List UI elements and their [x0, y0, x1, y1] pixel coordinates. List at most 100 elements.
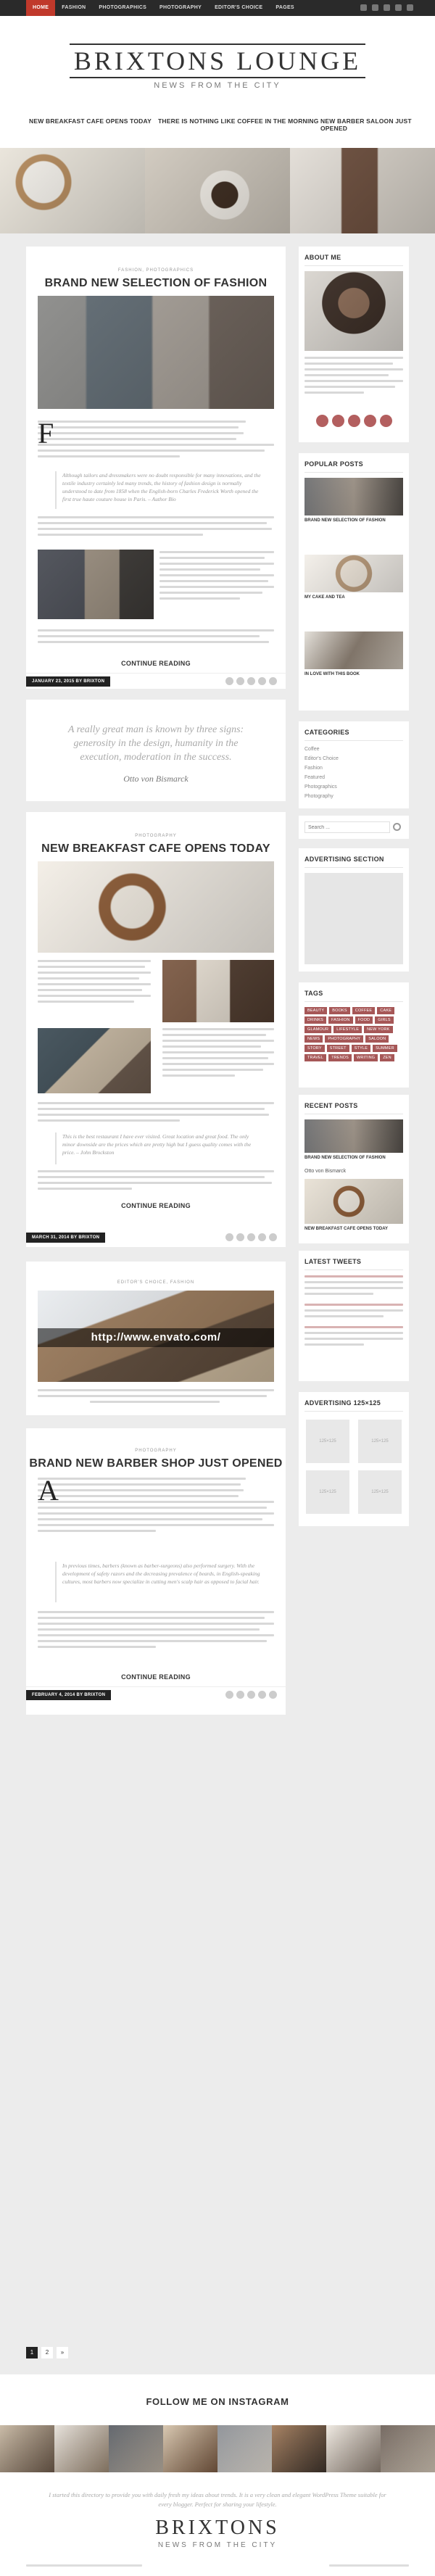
link-url[interactable]: http://www.envato.com/: [38, 1328, 274, 1347]
twitter-icon[interactable]: [372, 4, 378, 11]
ad-slot[interactable]: 125×125: [306, 1420, 349, 1463]
post-inline-image[interactable]: [38, 550, 154, 619]
recent-post[interactable]: Otto von Bismarck: [304, 1166, 403, 1174]
ad-banner[interactable]: [304, 873, 403, 964]
post-title[interactable]: BRAND NEW BARBER SHOP JUST OPENED: [26, 1457, 286, 1470]
nav-pages[interactable]: PAGES: [269, 0, 301, 16]
post-featured-image[interactable]: [38, 861, 274, 953]
post-category[interactable]: PHOTOGRAPHY: [26, 1449, 286, 1453]
category-item[interactable]: Editor's Choice: [304, 754, 339, 763]
nav-fashion[interactable]: FASHION: [55, 0, 92, 16]
facebook-icon[interactable]: [316, 415, 328, 427]
category-item[interactable]: Photography: [304, 792, 339, 801]
continue-reading-link[interactable]: CONTINUE READING: [26, 1673, 286, 1681]
share-google-icon[interactable]: [258, 1233, 266, 1241]
site-logo[interactable]: BRIXTONS LOUNGE NEWS FROM THE CITY: [0, 44, 435, 90]
category-item[interactable]: Photographics: [304, 782, 339, 792]
post-inline-image[interactable]: [162, 960, 274, 1022]
nav-editors-choice[interactable]: EDITOR'S CHOICE: [208, 0, 269, 16]
share-pinterest-icon[interactable]: [247, 1691, 255, 1699]
tag[interactable]: COFFEE: [352, 1007, 376, 1014]
nav-photography[interactable]: PHOTOGRAPHY: [153, 0, 208, 16]
nav-home[interactable]: HOME: [26, 0, 56, 16]
instagram-photo[interactable]: [326, 2425, 381, 2472]
instagram-icon[interactable]: [395, 4, 402, 11]
tag[interactable]: STYLE: [351, 1045, 371, 1052]
share-twitter-icon[interactable]: [236, 1233, 244, 1241]
search-input[interactable]: [304, 821, 390, 833]
ad-slot[interactable]: 125×125: [306, 1470, 349, 1514]
popular-post[interactable]: BRAND NEW SELECTION OF FASHION: [304, 478, 403, 523]
continue-reading-link[interactable]: CONTINUE READING: [26, 660, 286, 667]
category-item[interactable]: Fashion: [304, 763, 339, 773]
post-date[interactable]: JANUARY 23, 2015 BY BRIXTON: [26, 676, 111, 687]
page-2[interactable]: 2: [41, 2347, 53, 2358]
post-date[interactable]: MARCH 31, 2014 BY BRIXTON: [26, 1233, 106, 1243]
post-inline-image-2[interactable]: [38, 1028, 151, 1093]
recent-post[interactable]: NEW BREAKFAST CAFE OPENS TODAY: [304, 1179, 403, 1231]
google-icon[interactable]: [380, 415, 392, 427]
instagram-photo[interactable]: [109, 2425, 163, 2472]
tag[interactable]: LIFESTYLE: [334, 1026, 362, 1033]
share-facebook-icon[interactable]: [225, 1691, 233, 1699]
share-facebook-icon[interactable]: [225, 1233, 233, 1241]
instagram-photo[interactable]: [272, 2425, 326, 2472]
slide-image-coffee[interactable]: [145, 148, 290, 233]
footer-logo[interactable]: BRIXTONS NEWS FROM THE CITY: [0, 2518, 435, 2550]
tag[interactable]: WRITING: [354, 1054, 378, 1061]
instagram-photo[interactable]: [54, 2425, 109, 2472]
tag[interactable]: GIRLS: [375, 1016, 394, 1024]
category-item[interactable]: Featured: [304, 773, 339, 782]
ad-slot[interactable]: 125×125: [358, 1420, 402, 1463]
slide-image-barber[interactable]: [290, 148, 435, 233]
share-pinterest-icon[interactable]: [247, 1233, 255, 1241]
slide-caption[interactable]: THERE IS NOTHING LIKE COFFEE IN THE MORN…: [158, 117, 319, 125]
tag[interactable]: TRENDS: [328, 1054, 352, 1061]
tag[interactable]: PHOTOGRAPHY: [325, 1035, 364, 1043]
pinterest-icon[interactable]: [348, 415, 360, 427]
tag[interactable]: GLAMOUR: [304, 1026, 332, 1033]
tag[interactable]: STORY: [304, 1045, 325, 1052]
slide-image-cafe[interactable]: [0, 148, 145, 233]
popular-post[interactable]: IN LOVE WITH THIS BOOK: [304, 631, 403, 676]
search-icon[interactable]: [393, 823, 401, 831]
comments-icon[interactable]: [269, 1691, 277, 1699]
post-date[interactable]: FEBRUARY 4, 2014 BY BRIXTON: [26, 1690, 112, 1700]
tag[interactable]: STREET: [326, 1045, 349, 1052]
ad-slot[interactable]: 125×125: [358, 1470, 402, 1514]
instagram-photo[interactable]: [218, 2425, 272, 2472]
search-icon[interactable]: [407, 4, 413, 11]
tag[interactable]: SUMMER: [373, 1045, 397, 1052]
post-category[interactable]: PHOTOGRAPHY: [26, 834, 286, 838]
comments-icon[interactable]: [269, 677, 277, 685]
instagram-photo[interactable]: [0, 2425, 54, 2472]
facebook-icon[interactable]: [360, 4, 367, 11]
twitter-icon[interactable]: [332, 415, 344, 427]
continue-reading-link[interactable]: CONTINUE READING: [26, 1202, 286, 1209]
tag[interactable]: BOOKS: [329, 1007, 350, 1014]
share-pinterest-icon[interactable]: [247, 677, 255, 685]
pinterest-icon[interactable]: [384, 4, 390, 11]
share-twitter-icon[interactable]: [236, 677, 244, 685]
tag[interactable]: FOOD: [355, 1016, 373, 1024]
instagram-photo[interactable]: [381, 2425, 435, 2472]
post-category[interactable]: FASHION, PHOTOGRAPHICS: [26, 268, 286, 273]
category-item[interactable]: Coffee: [304, 745, 339, 754]
instagram-icon[interactable]: [364, 415, 376, 427]
recent-post[interactable]: BRAND NEW SELECTION OF FASHION: [304, 1119, 403, 1160]
instagram-photo[interactable]: [163, 2425, 218, 2472]
share-google-icon[interactable]: [258, 677, 266, 685]
tag[interactable]: TRAVEL: [304, 1054, 327, 1061]
link-image[interactable]: http://www.envato.com/: [38, 1291, 274, 1382]
post-title[interactable]: NEW BREAKFAST CAFE OPENS TODAY: [26, 842, 286, 856]
nav-photographics[interactable]: PHOTOGRAPHICS: [92, 0, 153, 16]
page-1[interactable]: 1: [26, 2347, 38, 2358]
share-facebook-icon[interactable]: [225, 677, 233, 685]
tag[interactable]: NEW YORK: [364, 1026, 393, 1033]
post-title[interactable]: BRAND NEW SELECTION OF FASHION: [26, 277, 286, 290]
tag[interactable]: SALOON: [365, 1035, 389, 1043]
share-google-icon[interactable]: [258, 1691, 266, 1699]
comments-icon[interactable]: [269, 1233, 277, 1241]
tag[interactable]: BEAUTY: [304, 1007, 328, 1014]
page-next[interactable]: »: [57, 2347, 68, 2358]
